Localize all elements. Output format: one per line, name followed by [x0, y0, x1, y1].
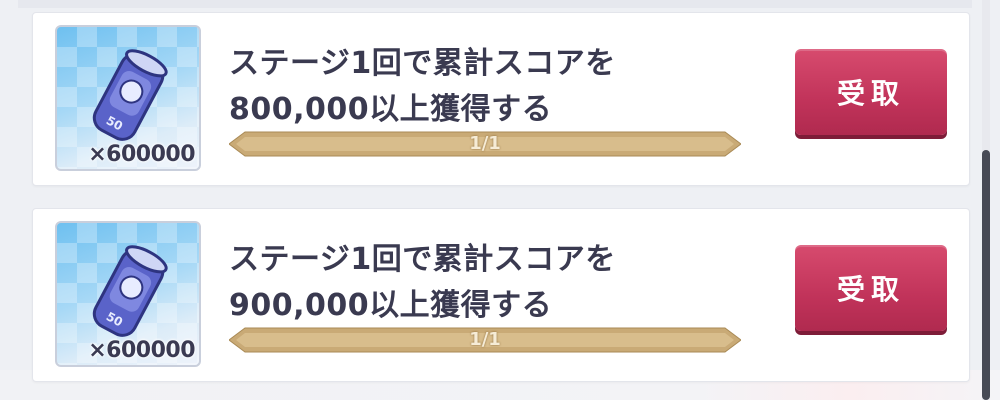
- reward-quantity: ×600000: [88, 142, 195, 167]
- mission-description: ステージ1回で累計スコアを 900,000以上獲得する: [229, 237, 616, 329]
- progress-bar: 1/1: [229, 131, 741, 157]
- mission-description: ステージ1回で累計スコアを 800,000以上獲得する: [229, 41, 616, 133]
- coin-can-icon: 50: [92, 245, 168, 337]
- reward-item-icon: 50 ×600000: [55, 25, 201, 171]
- mission-description-line-1: ステージ1回で累計スコアを: [229, 46, 616, 81]
- mission-card: 50 ×600000 ステージ1回で累計スコアを 900,000以上獲得する 1…: [32, 208, 970, 382]
- reward-quantity: ×600000: [88, 338, 195, 363]
- mission-card: 50 ×600000 ステージ1回で累計スコアを 800,000以上獲得する 1…: [32, 12, 970, 186]
- scrollbar-thumb[interactable]: [982, 150, 990, 400]
- claim-button[interactable]: 受取: [795, 245, 947, 331]
- mission-description-line-2: 800,000以上獲得する: [229, 92, 553, 127]
- mission-description-line-2: 900,000以上獲得する: [229, 288, 553, 323]
- claim-button[interactable]: 受取: [795, 49, 947, 135]
- mission-description-line-1: ステージ1回で累計スコアを: [229, 242, 616, 277]
- progress-bar: 1/1: [229, 327, 741, 353]
- progress-text: 1/1: [469, 329, 501, 350]
- list-top-edge: [18, 0, 972, 8]
- reward-item-icon: 50 ×600000: [55, 221, 201, 367]
- coin-can-icon: 50: [92, 49, 168, 141]
- progress-text: 1/1: [469, 133, 501, 154]
